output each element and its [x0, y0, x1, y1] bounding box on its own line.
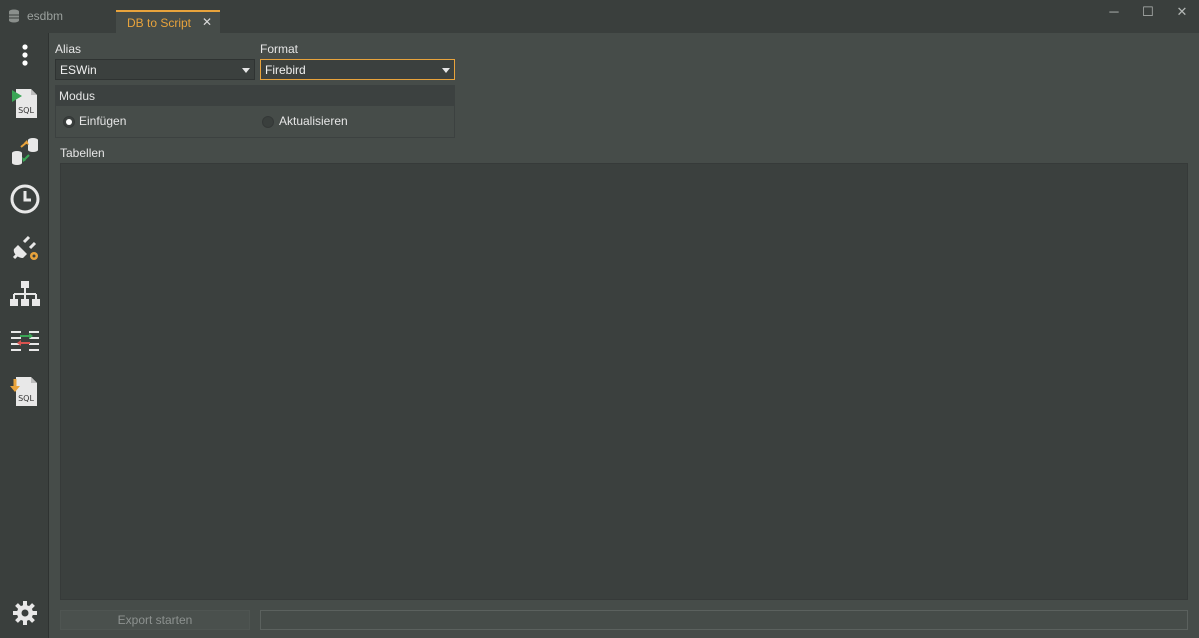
alias-label: Alias	[55, 42, 82, 56]
radio-einfuegen[interactable]	[63, 116, 75, 128]
close-tab-icon[interactable]: ✕	[202, 15, 212, 29]
export-button[interactable]: Export starten	[60, 610, 250, 630]
modus-header: Modus	[56, 86, 454, 106]
gear-icon[interactable]	[7, 595, 43, 631]
sidebar: SQL SQL	[0, 33, 49, 638]
close-window-button[interactable]: ✕	[1172, 4, 1192, 22]
modus-label: Modus	[59, 89, 96, 103]
db-transfer-icon[interactable]	[7, 133, 43, 169]
chevron-down-icon	[442, 68, 450, 73]
sql-export-text: SQL	[18, 394, 34, 403]
progress-bar	[260, 610, 1188, 630]
minimize-button[interactable]: ─	[1104, 4, 1124, 22]
sql-run-icon[interactable]: SQL	[7, 85, 43, 121]
tab-db-to-script[interactable]: DB to Script ✕	[116, 10, 220, 33]
title-bar: esdbm DB to Script ✕ ─ ☐ ✕	[0, 0, 1199, 33]
compare-icon[interactable]	[7, 325, 43, 361]
format-value: Firebird	[265, 63, 306, 77]
alias-value: ESWin	[60, 63, 97, 77]
format-label: Format	[260, 42, 299, 56]
tab-label: DB to Script	[127, 16, 192, 30]
menu-icon[interactable]	[7, 36, 43, 72]
chevron-down-icon	[242, 68, 250, 73]
clock-icon[interactable]	[7, 181, 43, 217]
tables-label: Tabellen	[60, 146, 105, 160]
sql-run-text: SQL	[18, 106, 34, 115]
tables-list[interactable]	[60, 163, 1188, 600]
database-icon	[9, 9, 19, 23]
maximize-button[interactable]: ☐	[1138, 4, 1158, 22]
sql-export-icon[interactable]: SQL	[7, 373, 43, 409]
alias-dropdown[interactable]: ESWin	[55, 59, 255, 80]
radio-aktualisieren-label[interactable]: Aktualisieren	[279, 114, 348, 128]
app-title: esdbm	[27, 9, 64, 23]
radio-einfuegen-label[interactable]: Einfügen	[79, 114, 126, 128]
format-dropdown[interactable]: Firebird	[260, 59, 455, 80]
hierarchy-icon[interactable]	[7, 277, 43, 313]
modus-group: Modus Einfügen Aktualisieren	[55, 85, 455, 138]
radio-aktualisieren[interactable]	[262, 116, 274, 128]
plug-settings-icon[interactable]	[7, 229, 43, 265]
